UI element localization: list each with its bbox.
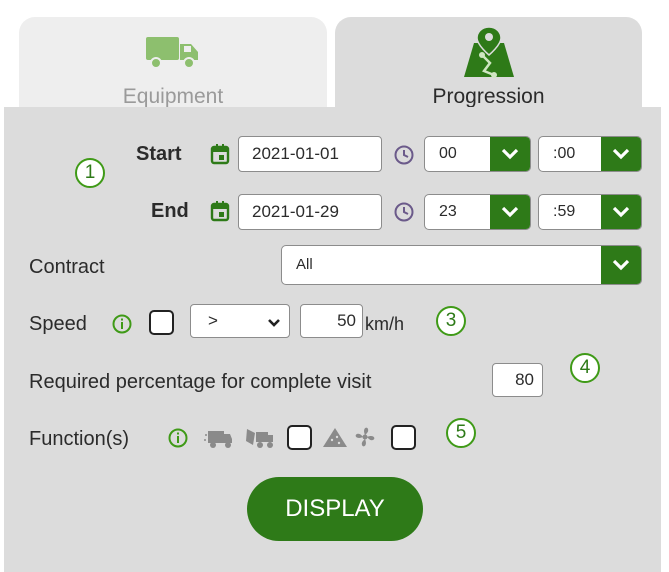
tab-progression[interactable]: Progression	[335, 17, 642, 109]
chevron-down-icon	[601, 246, 641, 284]
speed-operator-value: >	[208, 311, 218, 330]
fan-icon	[353, 425, 377, 454]
clock-icon	[393, 144, 415, 171]
tab-equipment[interactable]: Equipment	[19, 17, 327, 109]
tab-progression-label: Progression	[432, 85, 545, 108]
function-checkbox-2[interactable]	[391, 425, 416, 450]
info-icon[interactable]	[111, 313, 133, 340]
percentage-input[interactable]: 80	[492, 363, 543, 397]
step-badge-3: 3	[436, 306, 466, 336]
step-badge-1: 1	[75, 158, 105, 188]
speed-checkbox[interactable]	[149, 310, 174, 335]
speed-value-input[interactable]: 50	[300, 304, 363, 338]
start-date-input[interactable]: 2021-01-01	[238, 136, 382, 172]
functions-label: Function(s)	[29, 428, 130, 450]
contract-select[interactable]: All	[281, 245, 642, 285]
start-minute-value: :00	[553, 145, 576, 162]
percentage-label: Required percentage for complete visit	[29, 371, 372, 393]
chevron-down-icon	[490, 195, 530, 229]
info-icon[interactable]	[167, 427, 189, 454]
clock-icon	[393, 201, 415, 228]
end-hour-select[interactable]: 23	[424, 194, 531, 230]
chevron-down-icon	[601, 137, 641, 171]
end-date-input[interactable]: 2021-01-29	[238, 194, 382, 230]
step-badge-4: 4	[570, 353, 600, 383]
speed-label: Speed	[29, 313, 87, 335]
function-checkbox-1[interactable]	[287, 425, 312, 450]
chevron-down-icon	[601, 195, 641, 229]
end-minute-value: :59	[553, 203, 576, 220]
tab-equipment-label: Equipment	[122, 85, 224, 108]
chevron-down-icon	[490, 137, 530, 171]
start-hour-select[interactable]: 00	[424, 136, 531, 172]
end-label: End	[151, 200, 189, 222]
end-hour-value: 23	[439, 203, 457, 220]
end-minute-select[interactable]: :59	[538, 194, 642, 230]
snow-plow-icon	[245, 425, 275, 454]
chevron-down-icon	[267, 307, 281, 339]
contract-value: All	[296, 256, 313, 273]
calendar-icon[interactable]	[210, 143, 230, 170]
display-button[interactable]: DISPLAY	[247, 477, 423, 541]
start-minute-select[interactable]: :00	[538, 136, 642, 172]
start-label: Start	[136, 143, 182, 165]
contract-label: Contract	[29, 256, 105, 278]
salt-spreader-icon	[204, 425, 234, 454]
speed-operator-select[interactable]: >	[190, 304, 290, 338]
truck-icon	[143, 32, 203, 77]
calendar-icon[interactable]	[210, 200, 230, 227]
map-route-icon	[460, 25, 518, 86]
step-badge-5: 5	[446, 418, 476, 448]
sand-pile-icon	[322, 425, 348, 454]
speed-unit: km/h	[365, 314, 405, 334]
start-hour-value: 00	[439, 145, 457, 162]
